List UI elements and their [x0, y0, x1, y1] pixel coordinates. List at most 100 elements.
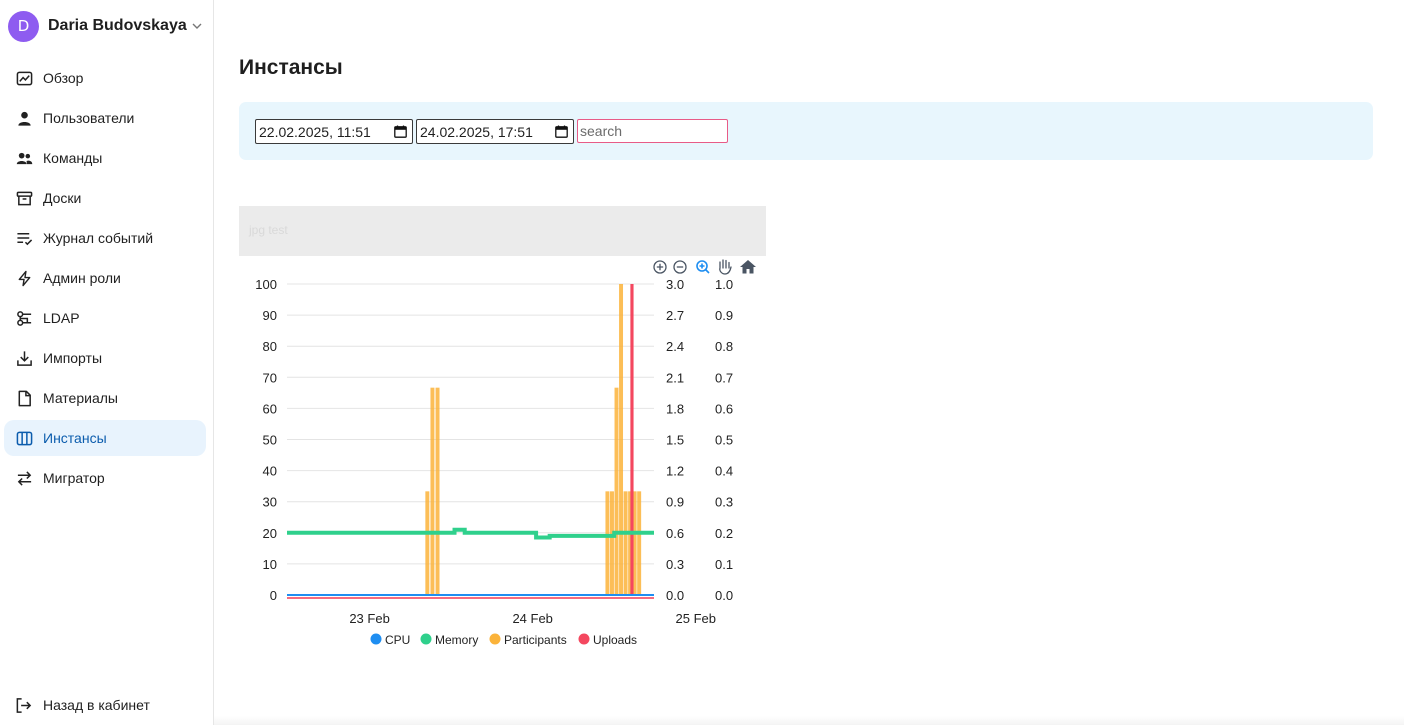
- y2-tick-label: 2.7: [666, 308, 684, 323]
- sidebar-item-boards[interactable]: Доски: [4, 180, 206, 216]
- legend-marker: [370, 633, 382, 645]
- avatar: D: [8, 10, 39, 42]
- sidebar-item-label: Обзор: [43, 70, 84, 86]
- y3-tick-label: 0.3: [715, 495, 733, 510]
- import-icon: [15, 349, 33, 367]
- sidebar-item-event-log[interactable]: Журнал событий: [4, 220, 206, 256]
- participants-bar: [614, 387, 619, 595]
- y-tick-label: 100: [255, 277, 277, 292]
- page-title: Инстансы: [239, 56, 343, 79]
- archive-icon: [15, 189, 33, 207]
- instances-chart: 0 0.0 0.0 10 0.3 0.1 20 0.6 0.2 30 0.9 0.3 40 1.2 0.4 5…: [239, 256, 766, 656]
- y-tick-label: 0: [270, 588, 277, 603]
- legend-marker: [489, 633, 501, 645]
- user-name: Daria Budovskaya: [48, 17, 187, 34]
- y3-tick-label: 0.4: [715, 464, 733, 479]
- y-tick-label: 70: [263, 370, 277, 385]
- legend-label[interactable]: Uploads: [593, 633, 637, 647]
- sidebar-item-imports[interactable]: Импорты: [4, 340, 206, 376]
- y2-tick-label: 0.3: [666, 557, 684, 572]
- y2-tick-label: 1.5: [666, 433, 684, 448]
- uploads-bar: [630, 284, 634, 595]
- sidebar-nav: Обзор Пользователи Команды Доски Журнал …: [4, 60, 206, 500]
- list-check-icon: [15, 229, 33, 247]
- chart-icon: [15, 69, 33, 87]
- y3-tick-label: 0.5: [715, 433, 733, 448]
- chevron-down-icon: [192, 23, 202, 29]
- sidebar-item-label: Доски: [43, 190, 82, 206]
- sidebar-item-label: Пользователи: [43, 110, 135, 126]
- calendar-icon[interactable]: [394, 125, 407, 138]
- participants-bar: [609, 491, 614, 595]
- file-icon: [15, 389, 33, 407]
- sidebar-item-label: Мигратор: [43, 470, 105, 486]
- calendar-icon[interactable]: [555, 125, 568, 138]
- sidebar-item-teams[interactable]: Команды: [4, 140, 206, 176]
- y-tick-label: 80: [263, 339, 277, 354]
- y2-tick-label: 2.1: [666, 370, 684, 385]
- logout-icon: [15, 696, 33, 714]
- y2-tick-label: 2.4: [666, 339, 684, 354]
- y3-tick-label: 0.2: [715, 526, 733, 541]
- date-to-input[interactable]: 24.02.2025, 17:51: [416, 119, 574, 144]
- sidebar-item-label: Журнал событий: [43, 230, 154, 246]
- y2-tick-label: 1.2: [666, 464, 684, 479]
- pan-icon[interactable]: [719, 259, 732, 275]
- broken-image: jpg test: [239, 206, 766, 256]
- participants-bar: [619, 284, 624, 595]
- participants-bar: [435, 387, 440, 595]
- participants-bar: [623, 491, 628, 595]
- date-from-input[interactable]: 22.02.2025, 11:51: [255, 119, 413, 144]
- filter-bar: 22.02.2025, 11:51 24.02.2025, 17:51: [239, 102, 1373, 160]
- y2-tick-label: 1.8: [666, 401, 684, 416]
- participants-bar: [605, 491, 610, 595]
- date-to-value: 24.02.2025, 17:51: [420, 123, 533, 140]
- search-input[interactable]: [577, 119, 728, 143]
- y3-tick-label: 0.0: [715, 588, 733, 603]
- sidebar-item-migrator[interactable]: Мигратор: [4, 460, 206, 496]
- participants-bar: [637, 491, 642, 595]
- back-to-cabinet-link[interactable]: Назад в кабинет: [4, 687, 206, 723]
- y3-tick-label: 0.8: [715, 339, 733, 354]
- y3-tick-label: 0.7: [715, 370, 733, 385]
- legend-label[interactable]: Participants: [504, 633, 567, 647]
- y-tick-label: 20: [263, 526, 277, 541]
- home-icon[interactable]: [740, 260, 756, 274]
- zoom-in-icon-plus: [656, 263, 664, 271]
- y-tick-label: 40: [263, 464, 277, 479]
- sidebar-item-label: LDAP: [43, 310, 80, 326]
- sidebar-item-materials[interactable]: Материалы: [4, 380, 206, 416]
- sidebar-item-users[interactable]: Пользователи: [4, 100, 206, 136]
- sidebar-item-ldap[interactable]: LDAP: [4, 300, 206, 336]
- participants-bar: [425, 491, 430, 595]
- legend-marker: [578, 633, 590, 645]
- y-tick-label: 30: [263, 495, 277, 510]
- back-label: Назад в кабинет: [43, 697, 150, 713]
- y-tick-label: 90: [263, 308, 277, 323]
- sidebar-item-label: Материалы: [43, 390, 118, 406]
- y2-tick-label: 3.0: [666, 277, 684, 292]
- x-tick-label: 25 Feb: [676, 611, 716, 626]
- y2-tick-label: 0.0: [666, 588, 684, 603]
- user-menu[interactable]: D Daria Budovskaya: [8, 10, 203, 42]
- user-icon: [15, 109, 33, 127]
- x-tick-label: 24 Feb: [512, 611, 552, 626]
- y-tick-label: 50: [263, 433, 277, 448]
- x-tick-label: 23 Feb: [349, 611, 389, 626]
- sidebar: D Daria Budovskaya Обзор Пользователи Ко…: [0, 0, 214, 725]
- legend-label[interactable]: Memory: [435, 633, 478, 647]
- users-icon: [15, 149, 33, 167]
- y3-tick-label: 0.6: [715, 401, 733, 416]
- participants-bar: [430, 387, 435, 595]
- sidebar-item-admin-roles[interactable]: Админ роли: [4, 260, 206, 296]
- swap-icon: [15, 469, 33, 487]
- y2-tick-label: 0.9: [666, 495, 684, 510]
- sidebar-item-label: Админ роли: [43, 270, 121, 286]
- legend-label[interactable]: CPU: [385, 633, 410, 647]
- sidebar-item-label: Команды: [43, 150, 103, 166]
- columns-icon: [15, 429, 33, 447]
- sidebar-item-instances[interactable]: Инстансы: [4, 420, 206, 456]
- image-alt-text: jpg test: [249, 223, 288, 237]
- sidebar-item-label: Инстансы: [43, 430, 107, 446]
- sidebar-item-overview[interactable]: Обзор: [4, 60, 206, 96]
